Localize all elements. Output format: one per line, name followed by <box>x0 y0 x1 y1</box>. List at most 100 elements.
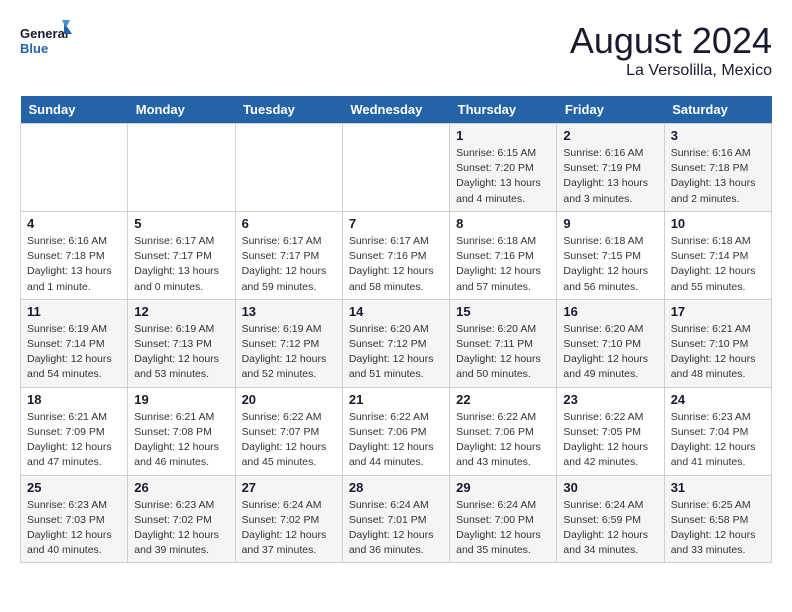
day-info: Sunrise: 6:16 AM Sunset: 7:19 PM Dayligh… <box>563 146 657 207</box>
calendar-cell-3-7: 17Sunrise: 6:21 AM Sunset: 7:10 PM Dayli… <box>664 299 771 387</box>
day-info: Sunrise: 6:16 AM Sunset: 7:18 PM Dayligh… <box>27 234 121 295</box>
day-info: Sunrise: 6:22 AM Sunset: 7:07 PM Dayligh… <box>242 410 336 471</box>
day-info: Sunrise: 6:20 AM Sunset: 7:10 PM Dayligh… <box>563 322 657 383</box>
day-info: Sunrise: 6:17 AM Sunset: 7:17 PM Dayligh… <box>242 234 336 295</box>
header-monday: Monday <box>128 96 235 124</box>
day-number: 19 <box>134 392 228 407</box>
calendar-cell-2-6: 9 Sunrise: 6:18 AM Sunset: 7:15 PM Daylig… <box>557 211 664 299</box>
calendar-cell-1-5: 1 Sunrise: 6:15 AM Sunset: 7:20 PM Daylig… <box>450 124 557 212</box>
month-year-title: August 2024 <box>570 20 772 62</box>
calendar-cell-1-4 <box>342 124 449 212</box>
calendar-cell-2-5: 8Sunrise: 6:18 AM Sunset: 7:16 PM Daylig… <box>450 211 557 299</box>
day-info: Sunrise: 6:17 AM Sunset: 7:16 PM Dayligh… <box>349 234 443 295</box>
day-number: 13 <box>242 304 336 319</box>
logo-icon: General Blue <box>20 20 72 62</box>
day-number: 21 <box>349 392 443 407</box>
day-info: Sunrise: 6:22 AM Sunset: 7:05 PM Dayligh… <box>563 410 657 471</box>
calendar-cell-5-2: 26Sunrise: 6:23 AM Sunset: 7:02 PM Dayli… <box>128 475 235 563</box>
calendar-week-4: 18Sunrise: 6:21 AM Sunset: 7:09 PM Dayli… <box>21 387 772 475</box>
day-info: Sunrise: 6:24 AM Sunset: 6:59 PM Dayligh… <box>563 498 657 559</box>
day-number: 10 <box>671 216 765 231</box>
calendar-cell-5-6: 30 Sunrise: 6:24 AM Sunset: 6:59 PM Dayli… <box>557 475 664 563</box>
day-number: 11 <box>27 304 121 319</box>
calendar-cell-3-1: 11 Sunrise: 6:19 AM Sunset: 7:14 PM Dayli… <box>21 299 128 387</box>
calendar-week-1: 1 Sunrise: 6:15 AM Sunset: 7:20 PM Daylig… <box>21 124 772 212</box>
calendar-cell-2-7: 10 Sunrise: 6:18 AM Sunset: 7:14 PM Dayli… <box>664 211 771 299</box>
calendar-cell-3-3: 13 Sunrise: 6:19 AM Sunset: 7:12 PM Dayli… <box>235 299 342 387</box>
day-info: Sunrise: 6:19 AM Sunset: 7:13 PM Dayligh… <box>134 322 228 383</box>
day-number: 22 <box>456 392 550 407</box>
day-number: 6 <box>242 216 336 231</box>
day-number: 25 <box>27 480 121 495</box>
day-number: 29 <box>456 480 550 495</box>
calendar-cell-5-5: 29 Sunrise: 6:24 AM Sunset: 7:00 PM Dayli… <box>450 475 557 563</box>
day-number: 18 <box>27 392 121 407</box>
day-info: Sunrise: 6:15 AM Sunset: 7:20 PM Dayligh… <box>456 146 550 207</box>
calendar-week-5: 25Sunrise: 6:23 AM Sunset: 7:03 PM Dayli… <box>21 475 772 563</box>
location-title: La Versolilla, Mexico <box>570 62 772 80</box>
calendar-cell-4-4: 21 Sunrise: 6:22 AM Sunset: 7:06 PM Dayli… <box>342 387 449 475</box>
calendar-cell-2-2: 5 Sunrise: 6:17 AM Sunset: 7:17 PM Daylig… <box>128 211 235 299</box>
calendar-cell-3-5: 15Sunrise: 6:20 AM Sunset: 7:11 PM Dayli… <box>450 299 557 387</box>
days-header-row: Sunday Monday Tuesday Wednesday Thursday… <box>21 96 772 124</box>
calendar-cell-4-1: 18Sunrise: 6:21 AM Sunset: 7:09 PM Dayli… <box>21 387 128 475</box>
day-info: Sunrise: 6:19 AM Sunset: 7:14 PM Dayligh… <box>27 322 121 383</box>
calendar-cell-5-4: 28 Sunrise: 6:24 AM Sunset: 7:01 PM Dayli… <box>342 475 449 563</box>
day-number: 27 <box>242 480 336 495</box>
calendar-cell-1-6: 2 Sunrise: 6:16 AM Sunset: 7:19 PM Daylig… <box>557 124 664 212</box>
day-number: 17 <box>671 304 765 319</box>
day-number: 2 <box>563 128 657 143</box>
day-number: 4 <box>27 216 121 231</box>
calendar-cell-2-1: 4 Sunrise: 6:16 AM Sunset: 7:18 PM Daylig… <box>21 211 128 299</box>
header-tuesday: Tuesday <box>235 96 342 124</box>
calendar-cell-4-3: 20 Sunrise: 6:22 AM Sunset: 7:07 PM Dayli… <box>235 387 342 475</box>
calendar-cell-4-7: 24Sunrise: 6:23 AM Sunset: 7:04 PM Dayli… <box>664 387 771 475</box>
day-number: 30 <box>563 480 657 495</box>
day-number: 5 <box>134 216 228 231</box>
calendar-cell-1-7: 3 Sunrise: 6:16 AM Sunset: 7:18 PM Daylig… <box>664 124 771 212</box>
calendar-week-3: 11 Sunrise: 6:19 AM Sunset: 7:14 PM Dayli… <box>21 299 772 387</box>
logo: General Blue <box>20 20 72 62</box>
title-block: August 2024 La Versolilla, Mexico <box>570 20 772 80</box>
day-info: Sunrise: 6:17 AM Sunset: 7:17 PM Dayligh… <box>134 234 228 295</box>
page-header: General Blue August 2024 La Versolilla, … <box>20 20 772 80</box>
day-number: 28 <box>349 480 443 495</box>
day-number: 16 <box>563 304 657 319</box>
calendar-cell-5-1: 25Sunrise: 6:23 AM Sunset: 7:03 PM Dayli… <box>21 475 128 563</box>
day-number: 24 <box>671 392 765 407</box>
day-number: 1 <box>456 128 550 143</box>
header-sunday: Sunday <box>21 96 128 124</box>
day-info: Sunrise: 6:24 AM Sunset: 7:00 PM Dayligh… <box>456 498 550 559</box>
header-thursday: Thursday <box>450 96 557 124</box>
day-info: Sunrise: 6:18 AM Sunset: 7:15 PM Dayligh… <box>563 234 657 295</box>
day-number: 20 <box>242 392 336 407</box>
calendar-cell-1-2 <box>128 124 235 212</box>
day-info: Sunrise: 6:23 AM Sunset: 7:02 PM Dayligh… <box>134 498 228 559</box>
calendar-cell-4-2: 19 Sunrise: 6:21 AM Sunset: 7:08 PM Dayli… <box>128 387 235 475</box>
calendar-cell-3-4: 14Sunrise: 6:20 AM Sunset: 7:12 PM Dayli… <box>342 299 449 387</box>
calendar-cell-3-2: 12Sunrise: 6:19 AM Sunset: 7:13 PM Dayli… <box>128 299 235 387</box>
day-info: Sunrise: 6:18 AM Sunset: 7:14 PM Dayligh… <box>671 234 765 295</box>
day-info: Sunrise: 6:21 AM Sunset: 7:08 PM Dayligh… <box>134 410 228 471</box>
header-saturday: Saturday <box>664 96 771 124</box>
calendar-cell-4-6: 23Sunrise: 6:22 AM Sunset: 7:05 PM Dayli… <box>557 387 664 475</box>
day-info: Sunrise: 6:22 AM Sunset: 7:06 PM Dayligh… <box>456 410 550 471</box>
day-number: 8 <box>456 216 550 231</box>
day-number: 7 <box>349 216 443 231</box>
day-info: Sunrise: 6:24 AM Sunset: 7:01 PM Dayligh… <box>349 498 443 559</box>
day-info: Sunrise: 6:19 AM Sunset: 7:12 PM Dayligh… <box>242 322 336 383</box>
day-number: 31 <box>671 480 765 495</box>
day-info: Sunrise: 6:22 AM Sunset: 7:06 PM Dayligh… <box>349 410 443 471</box>
day-number: 3 <box>671 128 765 143</box>
day-number: 9 <box>563 216 657 231</box>
svg-text:General: General <box>20 26 68 41</box>
day-info: Sunrise: 6:16 AM Sunset: 7:18 PM Dayligh… <box>671 146 765 207</box>
calendar-cell-2-3: 6 Sunrise: 6:17 AM Sunset: 7:17 PM Daylig… <box>235 211 342 299</box>
day-number: 15 <box>456 304 550 319</box>
calendar-cell-1-1 <box>21 124 128 212</box>
calendar-cell-5-7: 31 Sunrise: 6:25 AM Sunset: 6:58 PM Dayli… <box>664 475 771 563</box>
calendar-week-2: 4 Sunrise: 6:16 AM Sunset: 7:18 PM Daylig… <box>21 211 772 299</box>
day-info: Sunrise: 6:25 AM Sunset: 6:58 PM Dayligh… <box>671 498 765 559</box>
calendar-table: Sunday Monday Tuesday Wednesday Thursday… <box>20 96 772 563</box>
svg-text:Blue: Blue <box>20 41 48 56</box>
